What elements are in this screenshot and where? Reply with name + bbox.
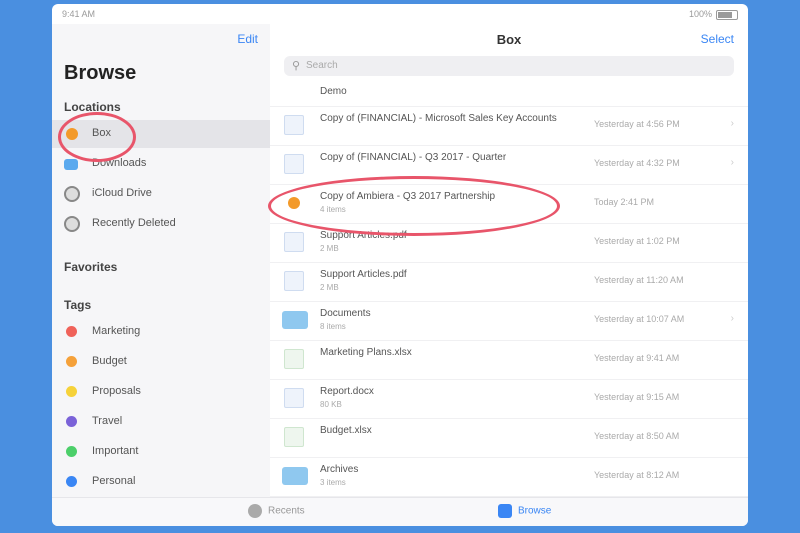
file-row[interactable]: Budget.xlsx Yesterday at 8:50 AM: [270, 418, 748, 458]
file-subtitle: 8 items: [320, 322, 346, 331]
tag-label: Marketing: [92, 325, 141, 337]
chevron-right-icon: ›: [730, 313, 734, 324]
file-date: Yesterday at 10:07 AM: [594, 314, 685, 324]
annotation-circle-file: [268, 176, 560, 236]
file-name: Budget.xlsx: [320, 425, 372, 436]
favorites-header[interactable]: Favorites: [64, 260, 117, 274]
file-name: Support Articles.pdf: [320, 269, 407, 280]
search-icon: ⚲: [292, 60, 301, 72]
tag-label: Important: [92, 445, 139, 457]
file-row[interactable]: Marketing Plans.xlsx Yesterday at 9:41 A…: [270, 340, 748, 380]
file-date: Yesterday at 11:20 AM: [594, 275, 684, 285]
trash-icon: [64, 216, 80, 232]
file-name: Documents: [320, 308, 371, 319]
folder-icon: [282, 311, 308, 329]
file-date: Yesterday at 8:50 AM: [594, 431, 680, 441]
page-title: Box: [496, 32, 522, 47]
tab-label: Recents: [268, 505, 305, 517]
file-row[interactable]: Documents 8 items Yesterday at 10:07 AM …: [270, 301, 748, 341]
file-date: Yesterday at 9:41 AM: [594, 353, 680, 363]
tag-dot-icon: [66, 416, 77, 427]
file-name: Copy of (FINANCIAL) - Q3 2017 - Quarter: [320, 152, 507, 163]
file-name: Marketing Plans.xlsx: [320, 347, 412, 358]
doc-icon: [284, 154, 304, 174]
doc-icon: [284, 115, 304, 135]
tag-label: Personal: [92, 475, 136, 487]
tab-label: Browse: [518, 505, 552, 517]
sidebar: Edit Browse Locations Box Downloads iClo…: [52, 24, 271, 498]
doc-icon: [284, 388, 304, 408]
spreadsheet-icon: [284, 349, 304, 369]
tag-dot-icon: [66, 386, 77, 397]
sidebar-item-label: Recently Deleted: [92, 217, 176, 229]
tag-dot-icon: [66, 476, 77, 487]
sidebar-tag-marketing[interactable]: Marketing: [52, 318, 270, 346]
battery-icon: [716, 10, 738, 20]
tag-label: Travel: [92, 415, 123, 427]
status-bar: 9:41 AM 100%: [52, 4, 748, 24]
doc-icon: [284, 271, 304, 291]
battery-percent: 100%: [688, 9, 712, 19]
spreadsheet-icon: [284, 427, 304, 447]
tag-dot-icon: [66, 446, 77, 457]
file-browser: Box Select ⚲ Search Demo Copy of (FINANC…: [270, 24, 748, 498]
file-date: Yesterday at 8:12 AM: [594, 470, 680, 480]
file-row[interactable]: Copy of (FINANCIAL) - Microsoft Sales Ke…: [270, 106, 748, 146]
tag-label: Proposals: [92, 385, 141, 397]
file-name: Demo: [320, 86, 347, 97]
file-subtitle: 2 MB: [320, 244, 339, 253]
file-name: Report.docx: [320, 386, 374, 397]
sidebar-tag-important[interactable]: Important: [52, 438, 270, 466]
file-row[interactable]: Archives 3 items Yesterday at 8:12 AM: [270, 457, 748, 497]
sidebar-item-recently-deleted[interactable]: Recently Deleted: [52, 210, 270, 238]
file-subtitle: 3 items: [320, 478, 346, 487]
doc-icon: [284, 232, 304, 252]
tag-label: Budget: [92, 355, 127, 367]
tab-bar: Recents Browse: [52, 497, 748, 526]
sidebar-title: Browse: [64, 62, 137, 84]
file-date: Yesterday at 1:02 PM: [594, 236, 680, 246]
file-name: Archives: [320, 464, 359, 475]
edit-button[interactable]: Edit: [237, 32, 258, 46]
file-name: Copy of (FINANCIAL) - Microsoft Sales Ke…: [320, 113, 557, 124]
sidebar-tag-travel[interactable]: Travel: [52, 408, 270, 436]
folder-icon: [282, 467, 308, 485]
tag-dot-icon: [66, 326, 77, 337]
file-row[interactable]: Support Articles.pdf 2 MB Yesterday at 1…: [270, 262, 748, 302]
file-date: Yesterday at 9:15 AM: [594, 392, 680, 402]
folder-icon: [498, 504, 512, 518]
search-input[interactable]: ⚲ Search: [284, 56, 734, 76]
tab-browse[interactable]: Browse: [498, 504, 551, 518]
tag-dot-icon: [66, 356, 77, 367]
sidebar-tag-budget[interactable]: Budget: [52, 348, 270, 376]
clock-icon: [248, 504, 262, 518]
sidebar-tag-proposals[interactable]: Proposals: [52, 378, 270, 406]
file-date: Yesterday at 4:56 PM: [594, 119, 680, 129]
file-date: Yesterday at 4:32 PM: [594, 158, 680, 168]
file-subtitle: 2 MB: [320, 283, 339, 292]
select-button[interactable]: Select: [701, 32, 734, 46]
tags-header: Tags: [64, 298, 92, 312]
tab-recents[interactable]: Recents: [248, 504, 305, 518]
sidebar-item-label: iCloud Drive: [92, 187, 152, 199]
ipad-screen: 9:41 AM 100% Edit Browse Locations Box D…: [52, 4, 748, 526]
file-date: Today 2:41 PM: [594, 197, 655, 207]
sidebar-tag-personal[interactable]: Personal: [52, 468, 270, 496]
search-placeholder: Search: [306, 60, 338, 71]
file-row[interactable]: Demo: [270, 78, 748, 107]
chevron-right-icon: ›: [730, 157, 734, 168]
annotation-circle-box: [58, 112, 136, 162]
folder-icon: [64, 159, 78, 170]
sidebar-item-icloud-drive[interactable]: iCloud Drive: [52, 180, 270, 208]
status-time: 9:41 AM: [62, 9, 96, 19]
file-row[interactable]: Report.docx 80 KB Yesterday at 9:15 AM: [270, 379, 748, 419]
file-subtitle: 80 KB: [320, 400, 342, 409]
chevron-right-icon: ›: [730, 118, 734, 129]
cloud-icon: [64, 186, 80, 202]
